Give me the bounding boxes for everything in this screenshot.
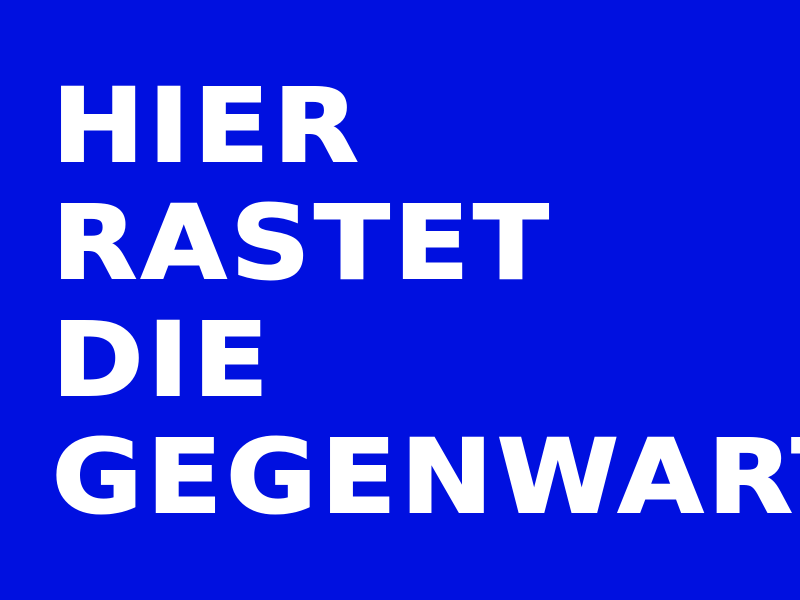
poster: HIER RASTET DIE GEGENWART bbox=[0, 0, 800, 600]
headline-line-4: GEGENWART bbox=[51, 418, 800, 537]
headline-line-2: RASTET bbox=[51, 184, 553, 303]
headline: HIER RASTET DIE GEGENWART bbox=[51, 67, 800, 537]
headline-line-3: DIE bbox=[51, 301, 273, 420]
headline-line-1: HIER bbox=[51, 67, 363, 186]
